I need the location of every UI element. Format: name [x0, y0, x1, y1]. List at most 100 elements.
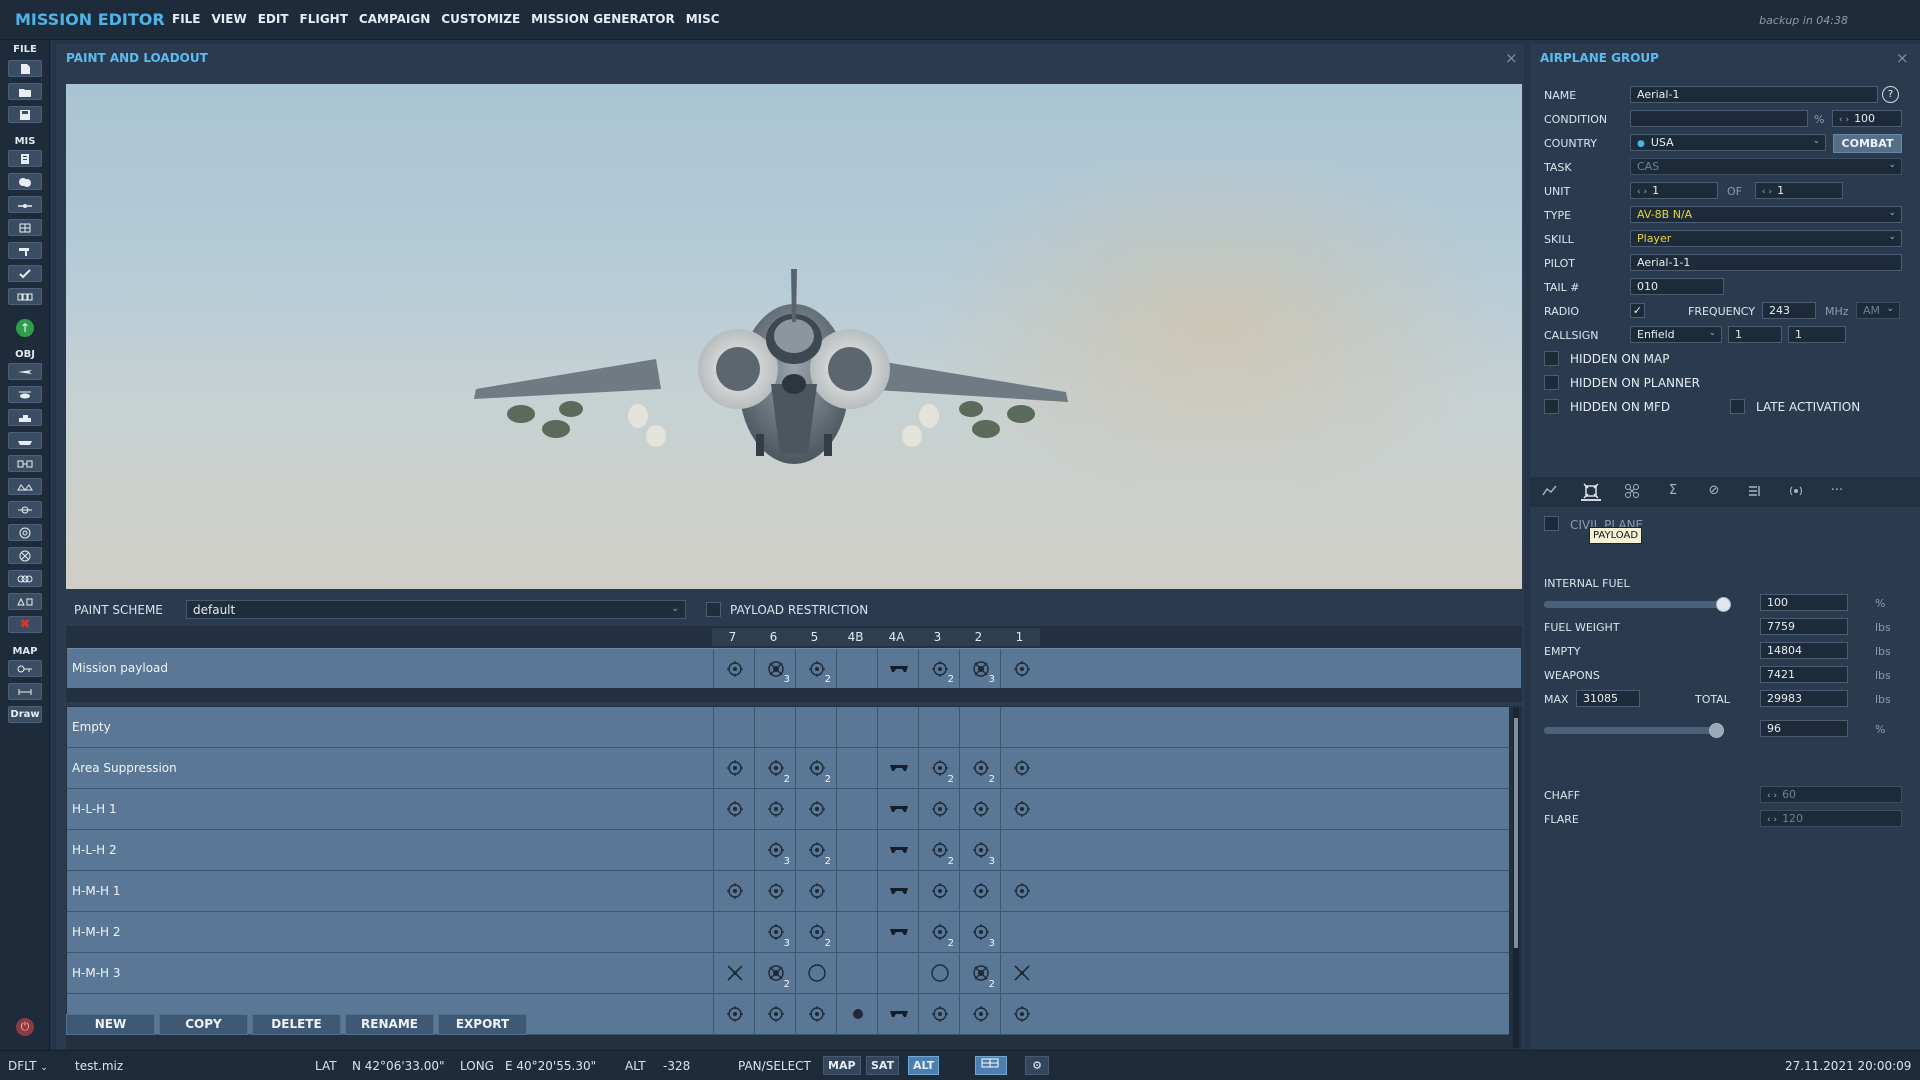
loadout-row[interactable]: Area Suppression 2 2 2 2: [67, 748, 1509, 789]
check-icon[interactable]: [8, 265, 42, 282]
mission-payload-pylon-2[interactable]: 3: [959, 649, 1000, 688]
template-icon[interactable]: [8, 478, 42, 495]
waypoint-icon[interactable]: [8, 501, 42, 518]
loadout-pylon-2[interactable]: 3: [959, 912, 1000, 952]
loadout-pylon-2[interactable]: [959, 994, 1000, 1034]
scrollbar-thumb[interactable]: [1514, 718, 1518, 948]
fuel-weight-input[interactable]: 7759: [1760, 618, 1848, 635]
loadout-pylon-7[interactable]: [713, 912, 754, 952]
civil-plane-checkbox[interactable]: [1544, 516, 1559, 531]
internal-fuel-input[interactable]: 100: [1760, 594, 1848, 611]
summary-tab-icon[interactable]: Σ: [1663, 483, 1683, 501]
loadout-pylon-3[interactable]: 2: [918, 912, 959, 952]
loadout-pylon-4B[interactable]: [836, 912, 877, 952]
key-icon[interactable]: [8, 660, 42, 677]
loadout-pylon-1[interactable]: [1000, 789, 1041, 829]
menu-edit[interactable]: EDIT: [258, 12, 289, 26]
ground-unit-icon[interactable]: [8, 409, 42, 426]
loadout-pylon-1[interactable]: [1000, 871, 1041, 911]
helicopter-icon[interactable]: [8, 386, 42, 403]
loadout-pylon-3[interactable]: 2: [918, 748, 959, 788]
layers-icon[interactable]: [975, 1056, 1007, 1075]
loadout-pylon-4A[interactable]: [877, 748, 918, 788]
menu-mission-generator[interactable]: MISSION GENERATOR: [531, 12, 675, 26]
hidden-on-map-checkbox[interactable]: [1544, 351, 1559, 366]
loadout-pylon-7[interactable]: [713, 953, 754, 993]
loadout-pylon-7[interactable]: [713, 748, 754, 788]
menu-flight[interactable]: FLIGHT: [300, 12, 348, 26]
paint-scheme-select[interactable]: default ⌄: [186, 600, 686, 619]
loadout-pylon-7[interactable]: [713, 707, 754, 747]
draw-button[interactable]: Draw: [8, 706, 42, 723]
loadout-pylon-6[interactable]: 3: [754, 830, 795, 870]
menu-customize[interactable]: CUSTOMIZE: [441, 12, 520, 26]
loadout-row[interactable]: H-M-H 1: [67, 871, 1509, 912]
loadout-pylon-3[interactable]: [918, 707, 959, 747]
briefing-icon[interactable]: [8, 150, 42, 167]
loadout-row[interactable]: H-L-H 1: [67, 789, 1509, 830]
loadout-pylon-3[interactable]: [918, 789, 959, 829]
hidden-on-mfd-checkbox[interactable]: [1544, 399, 1559, 414]
frequency-input[interactable]: 243: [1762, 302, 1816, 319]
close-icon[interactable]: ×: [1505, 49, 1518, 67]
loadout-pylon-5[interactable]: [795, 789, 836, 829]
properties-tab-icon[interactable]: [1622, 483, 1642, 501]
unit-spinner[interactable]: ‹ › 1: [1630, 182, 1718, 199]
loadout-pylon-5[interactable]: 2: [795, 830, 836, 870]
export-button[interactable]: EXPORT: [438, 1014, 527, 1035]
more-tab-icon[interactable]: ···: [1827, 483, 1847, 501]
loadout-pylon-2[interactable]: [959, 789, 1000, 829]
menu-view[interactable]: VIEW: [212, 12, 247, 26]
loadout-pylon-2[interactable]: 2: [959, 953, 1000, 993]
task-select[interactable]: CAS ⌄: [1630, 158, 1902, 175]
mission-payload-pylon-4A[interactable]: [877, 649, 918, 688]
callsign-number-1[interactable]: 1: [1728, 326, 1782, 343]
loadout-pylon-4B[interactable]: [836, 830, 877, 870]
loadout-pylon-4B[interactable]: [836, 953, 877, 993]
pan-select-mode[interactable]: PAN/SELECT: [738, 1059, 811, 1073]
loadout-pylon-4A[interactable]: [877, 994, 918, 1034]
trigger-zone-icon[interactable]: [8, 219, 42, 236]
late-activation-checkbox[interactable]: [1730, 399, 1745, 414]
loadout-pylon-6[interactable]: 2: [754, 748, 795, 788]
loadout-pylon-7[interactable]: [713, 871, 754, 911]
loadout-pylon-4B[interactable]: [836, 994, 877, 1034]
condition-input[interactable]: [1630, 110, 1808, 127]
rename-button[interactable]: RENAME: [345, 1014, 434, 1035]
loadout-pylon-4A[interactable]: [877, 707, 918, 747]
loadout-pylon-2[interactable]: 2: [959, 748, 1000, 788]
hidden-on-planner-checkbox[interactable]: [1544, 375, 1559, 390]
skill-select[interactable]: Player ⌄: [1630, 230, 1902, 247]
upload-icon[interactable]: ↑: [16, 319, 34, 337]
loadout-row[interactable]: H-M-H 3 2 2: [67, 953, 1509, 994]
loadout-pylon-4B[interactable]: [836, 789, 877, 829]
group-circles-icon[interactable]: [8, 570, 42, 587]
loadout-pylon-6[interactable]: [754, 789, 795, 829]
loadout-pylon-3[interactable]: [918, 871, 959, 911]
loadout-pylon-2[interactable]: [959, 871, 1000, 911]
loadout-pylon-6[interactable]: [754, 994, 795, 1034]
loadout-pylon-4A[interactable]: [877, 789, 918, 829]
loadout-pylon-5[interactable]: [795, 871, 836, 911]
type-select[interactable]: AV-8B N/A ⌄: [1630, 206, 1902, 223]
help-icon[interactable]: ?: [1882, 86, 1899, 103]
flag-icon[interactable]: [8, 242, 42, 259]
aircraft-preview[interactable]: [66, 84, 1522, 589]
loadout-row[interactable]: Empty: [67, 707, 1509, 748]
loadout-pylon-5[interactable]: [795, 994, 836, 1034]
loadout-pylon-5[interactable]: [795, 707, 836, 747]
combat-button[interactable]: COMBAT: [1833, 134, 1902, 153]
mission-payload-pylon-1[interactable]: [1000, 649, 1041, 688]
loadout-pylon-1[interactable]: [1000, 748, 1041, 788]
profile-select[interactable]: DFLT ⌄: [8, 1059, 48, 1073]
modulation-select[interactable]: AM ⌄: [1856, 302, 1900, 319]
of-spinner[interactable]: ‹ › 1: [1755, 182, 1843, 199]
airplane-icon[interactable]: [8, 363, 42, 380]
static-object-icon[interactable]: [8, 455, 42, 472]
loadout-pylon-1[interactable]: [1000, 707, 1041, 747]
payload-restriction-checkbox[interactable]: [706, 602, 721, 617]
mission-payload-row[interactable]: Mission payload 3 2 2 3: [67, 648, 1521, 688]
menu-campaign[interactable]: CAMPAIGN: [359, 12, 430, 26]
loadout-pylon-3[interactable]: 2: [918, 830, 959, 870]
loadout-pylon-4A[interactable]: [877, 871, 918, 911]
